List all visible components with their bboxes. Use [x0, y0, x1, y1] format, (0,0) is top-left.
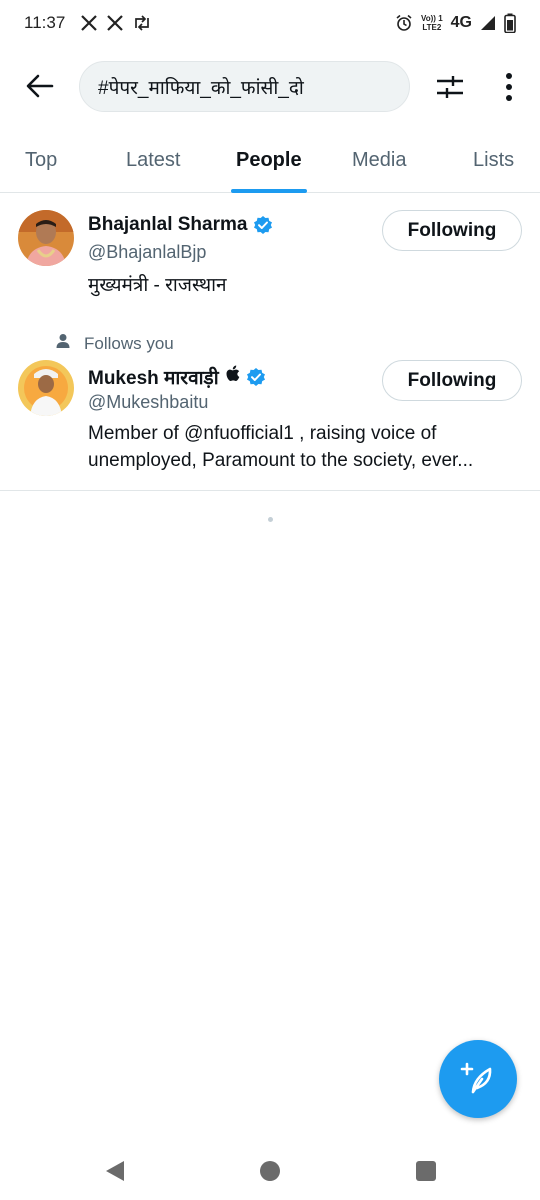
follow-button-label: Following [407, 219, 497, 241]
verified-badge-icon [246, 367, 266, 387]
repost-icon [133, 15, 151, 31]
avatar[interactable] [18, 360, 74, 416]
volte-line2: LTE2 [422, 23, 442, 32]
follows-you-label: Follows you [56, 333, 174, 354]
x-logo-icon [107, 15, 124, 31]
search-query: #पेपर_माफिया_को_फांसी_दो [98, 77, 304, 99]
user-bio: मुख्यमंत्री - राजस्थान [88, 275, 227, 296]
verified-badge-icon [253, 215, 273, 235]
search-filter-button[interactable] [432, 70, 468, 104]
search-tabs: Top Latest People Media Lists [0, 132, 540, 193]
following-button[interactable]: Following [382, 210, 522, 251]
tab-label: Lists [473, 149, 515, 171]
back-triangle-icon [106, 1161, 124, 1181]
tab-latest[interactable]: Latest [126, 132, 180, 192]
user-display-name[interactable]: Bhajanlal Sharma [88, 214, 273, 236]
user-bio: Member of @nfuofficial1 , raising voice … [88, 420, 528, 474]
tab-label: Latest [126, 149, 181, 171]
battery-icon [504, 13, 516, 33]
following-button[interactable]: Following [382, 360, 522, 401]
avatar[interactable] [18, 210, 74, 266]
apple-logo-icon [225, 365, 240, 389]
alarm-icon [395, 14, 413, 32]
tab-media[interactable]: Media [352, 132, 406, 192]
user-handle: @Mukeshbaitu [88, 392, 209, 412]
recents-square-icon [416, 1161, 436, 1181]
tab-label: Top [25, 149, 58, 171]
nav-recents-button[interactable] [411, 1156, 441, 1186]
vertical-dots-icon [506, 73, 512, 101]
user-name-text: Bhajanlal Sharma [88, 214, 248, 235]
signal-icon [480, 15, 496, 31]
user-bio-line: Member of @nfuofficial1 , raising voice … [88, 423, 437, 444]
user-list-item[interactable]: Follows you Mukesh मारवाड़ी @Mukeshbaitu… [0, 326, 540, 490]
arrow-left-icon [26, 74, 54, 98]
status-right: Vo)) 1 LTE2 4G [395, 13, 516, 33]
more-options-button[interactable] [494, 70, 524, 104]
system-nav-bar [0, 1140, 540, 1200]
nav-home-button[interactable] [255, 1156, 285, 1186]
tab-label: People [236, 149, 302, 171]
active-tab-indicator [231, 189, 307, 193]
volte-indicator: Vo)) 1 LTE2 [421, 14, 443, 32]
back-button[interactable] [22, 68, 58, 104]
tab-lists[interactable]: Lists [473, 132, 514, 192]
home-circle-icon [260, 1161, 280, 1181]
tab-top[interactable]: Top [25, 132, 57, 192]
user-name-text: Mukesh मारवाड़ी [88, 368, 219, 389]
user-display-name[interactable]: Mukesh मारवाड़ी [88, 364, 266, 390]
follow-button-label: Following [407, 369, 497, 391]
feather-plus-icon [460, 1062, 492, 1094]
nav-back-button[interactable] [100, 1156, 130, 1186]
follows-you-text: Follows you [84, 333, 174, 353]
status-bar: 11:37 Vo)) 1 LTE2 4G [0, 0, 540, 46]
user-list-item[interactable]: Bhajanlal Sharma @BhajanlalBjp मुख्यमंत्… [0, 194, 540, 314]
status-left: 11:37 [24, 13, 151, 33]
user-handle: @BhajanlalBjp [88, 242, 207, 262]
x-logo-icon [81, 15, 98, 31]
loading-indicator [268, 517, 273, 522]
network-type: 4G [450, 14, 472, 31]
tab-label: Media [352, 149, 407, 171]
sliders-icon [437, 76, 463, 98]
search-input[interactable]: #पेपर_माफिया_को_फांसी_दो [79, 61, 410, 112]
user-bio-line: unemployed, Paramount to the society, ev… [88, 450, 474, 471]
person-icon [56, 333, 70, 354]
tab-people[interactable]: People [231, 132, 307, 193]
compose-post-button[interactable] [439, 1040, 517, 1118]
list-divider [0, 490, 540, 491]
search-header: #पेपर_माफिया_को_फांसी_दो [0, 58, 540, 114]
volte-line1: Vo)) 1 [421, 14, 443, 23]
status-time: 11:37 [24, 13, 66, 32]
